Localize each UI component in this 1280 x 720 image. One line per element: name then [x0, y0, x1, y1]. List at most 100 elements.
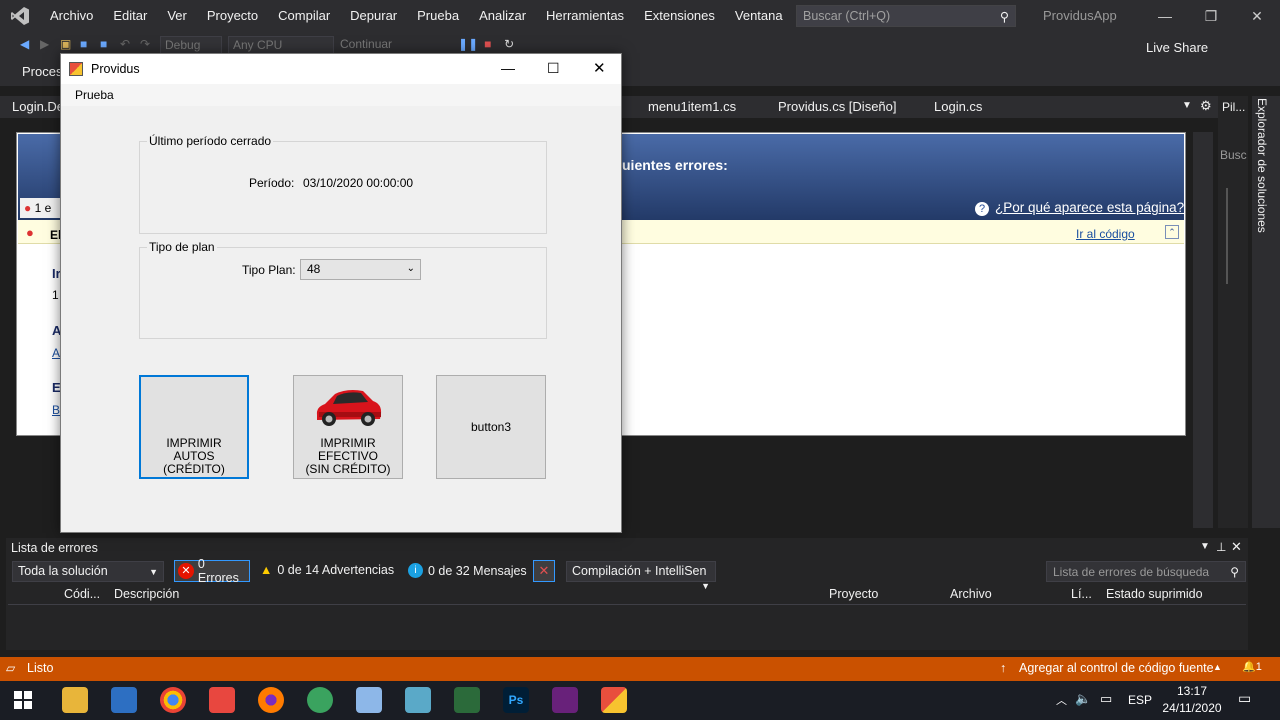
dialog-minimize-icon[interactable]: — — [501, 60, 515, 76]
output-icon[interactable]: ▱ — [6, 661, 15, 675]
menu-ventana[interactable]: Ventana — [725, 0, 793, 32]
notifications-icon[interactable]: 🔔1 — [1242, 660, 1262, 673]
editor-link[interactable]: B — [52, 403, 60, 417]
network-icon[interactable]: ▭ — [1100, 691, 1112, 707]
chrome-icon[interactable] — [160, 687, 186, 713]
windows-start-icon[interactable] — [14, 691, 32, 709]
tab-menu1item1[interactable]: menu1item1.cs — [648, 99, 736, 114]
error-x-icon: ● — [26, 225, 34, 240]
right-search[interactable]: Busc — [1220, 148, 1247, 162]
errors-count: 0 Errores — [197, 557, 239, 585]
back-icon[interactable]: ◀ — [20, 37, 34, 55]
menu-ver[interactable]: Ver — [157, 0, 197, 32]
menu-compilar[interactable]: Compilar — [268, 0, 340, 32]
period-label: Período: — [249, 176, 295, 190]
close-icon[interactable]: ✕ — [1234, 0, 1280, 32]
atom-icon[interactable] — [307, 687, 333, 713]
print-cash-no-credit-label: IMPRIMIR EFECTIVO (SIN CRÉDITO) — [305, 436, 391, 476]
forward-icon[interactable]: ▶ — [40, 37, 54, 55]
why-this-page-link[interactable]: ? ¿Por qué aparece esta página? — [975, 200, 1184, 216]
error-count-text: 1 e — [34, 201, 52, 215]
visual-studio-logo-icon[interactable] — [0, 0, 40, 32]
panel-menu-icon[interactable]: ▼ — [1200, 541, 1210, 552]
tray-chevron-icon[interactable]: ︿ — [1056, 692, 1067, 708]
taskbar-clock[interactable]: 13:17 24/11/2020 — [1158, 683, 1226, 717]
dialog-menu-prueba[interactable]: Prueba — [75, 88, 114, 102]
zoom-slider[interactable] — [1226, 188, 1236, 284]
button3[interactable]: button3 — [436, 375, 546, 479]
editor-link[interactable]: A — [52, 346, 60, 360]
notifications-count: 1 — [1255, 661, 1262, 673]
col-description[interactable]: Descripción — [114, 587, 179, 601]
live-share-button[interactable]: Live Share — [1146, 40, 1208, 55]
minimize-icon[interactable]: — — [1142, 0, 1188, 32]
outlook-icon[interactable] — [111, 687, 137, 713]
panel-close-icon[interactable]: ✕ — [1231, 539, 1242, 555]
tab-login-designer[interactable]: Login.De — [12, 99, 64, 114]
col-code[interactable]: Códi... — [64, 587, 100, 601]
collapse-icon[interactable]: ⌃ — [1165, 225, 1179, 239]
language-indicator[interactable]: ESP — [1128, 693, 1152, 707]
scope-dropdown[interactable]: Toda la solución ▼ — [12, 561, 164, 582]
menu-analizar[interactable]: Analizar — [469, 0, 536, 32]
pin-icon[interactable]: ⊥ — [1216, 540, 1226, 554]
volume-icon[interactable]: 🔈 — [1075, 691, 1091, 707]
warnings-count: 0 de 14 Advertencias — [277, 563, 395, 577]
plan-type-select[interactable]: 48 ⌄ — [300, 259, 421, 280]
settings-icon[interactable]: ⚙ — [1200, 98, 1212, 114]
menu-extensiones[interactable]: Extensiones — [634, 0, 725, 32]
go-to-code-link[interactable]: Ir al código — [1076, 227, 1135, 241]
menu-editar[interactable]: Editar — [103, 0, 157, 32]
network-app-icon[interactable] — [454, 687, 480, 713]
help-icon: ? — [975, 202, 989, 216]
error-count-tab[interactable]: ● 1 e — [20, 198, 62, 218]
col-line[interactable]: Lí... — [1071, 587, 1092, 601]
tab-login-cs[interactable]: Login.cs — [934, 99, 982, 114]
print-autos-credit-label: IMPRIMIR AUTOS (CRÉDITO) — [163, 436, 225, 476]
anydesk-icon[interactable] — [209, 687, 235, 713]
build-filter-dropdown[interactable]: Compilación + IntelliSen ▼ — [566, 561, 716, 591]
file-explorer-icon[interactable] — [62, 687, 88, 713]
error-list-title: Lista de errores — [11, 541, 98, 555]
cube-app-icon[interactable] — [356, 687, 382, 713]
visual-studio-icon[interactable] — [552, 687, 578, 713]
col-suppressed[interactable]: Estado suprimido — [1106, 587, 1203, 601]
period-value: 03/10/2020 00:00:00 — [303, 176, 414, 190]
ide-search-input[interactable]: Buscar (Ctrl+Q) ⚲ — [796, 5, 1016, 27]
why-this-page-text: ¿Por qué aparece esta página? — [995, 200, 1185, 215]
messages-filter-button[interactable]: i 0 de 32 Mensajes — [408, 563, 527, 578]
firefox-icon[interactable] — [258, 687, 284, 713]
dialog-close-icon[interactable]: ✕ — [593, 59, 606, 77]
menu-proyecto[interactable]: Proyecto — [197, 0, 268, 32]
dialog-maximize-icon[interactable]: ☐ — [547, 60, 560, 77]
pila-tab[interactable]: Pil... — [1222, 100, 1245, 114]
tab-overflow-icon[interactable]: ▼ — [1182, 100, 1192, 111]
print-autos-credit-button[interactable]: IMPRIMIR AUTOS (CRÉDITO) — [139, 375, 249, 479]
chevron-up-icon: ▲ — [1213, 662, 1222, 672]
menu-prueba[interactable]: Prueba — [407, 0, 469, 32]
providus-app-icon[interactable] — [601, 687, 627, 713]
action-center-icon[interactable]: ▭ — [1238, 690, 1251, 707]
filter-icon[interactable]: ✕ — [533, 560, 555, 582]
print-cash-no-credit-button[interactable]: IMPRIMIR EFECTIVO (SIN CRÉDITO) — [293, 375, 403, 479]
editor-scrollbar[interactable] — [1193, 132, 1213, 528]
tab-providus-designer[interactable]: Providus.cs [Diseño] — [778, 99, 897, 114]
photoshop-icon[interactable]: Ps — [503, 687, 529, 713]
col-file[interactable]: Archivo — [950, 587, 992, 601]
errors-filter-button[interactable]: ✕ 0 Errores — [174, 557, 250, 585]
plan-type-value: 48 — [307, 262, 321, 276]
warnings-filter-button[interactable]: ▲ 0 de 14 Advertencias — [260, 563, 394, 577]
source-control-button[interactable]: Agregar al control de código fuente — [1019, 661, 1214, 675]
col-project[interactable]: Proyecto — [829, 587, 878, 601]
menu-archivo[interactable]: Archivo — [40, 0, 103, 32]
clock-time: 13:17 — [1176, 684, 1208, 698]
error-list-search[interactable]: Lista de errores de búsqueda ⚲ — [1046, 561, 1246, 582]
sql-app-icon[interactable] — [405, 687, 431, 713]
menu-depurar[interactable]: Depurar — [340, 0, 407, 32]
solution-explorer-tab[interactable]: Explorador de soluciones — [1255, 98, 1269, 233]
plan-type-label: Tipo Plan: — [242, 263, 296, 277]
menu-herramientas[interactable]: Herramientas — [536, 0, 634, 32]
scope-value: Toda la solución — [18, 564, 108, 578]
right-tool-panel: Pil... Busc — [1218, 96, 1248, 528]
restore-icon[interactable]: ❐ — [1188, 0, 1234, 32]
